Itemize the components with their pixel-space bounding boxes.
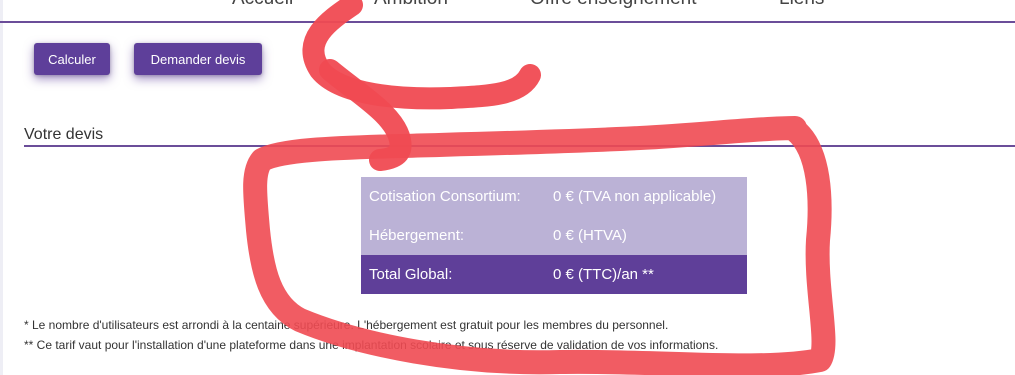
footnote-users: * Le nombre d'utilisateurs est arrondi à…	[24, 318, 669, 332]
footnote-pricing: ** Ce tarif vaut pour l'installation d'u…	[24, 338, 719, 352]
quote-value: 0 € (TTC)/an **	[545, 255, 747, 294]
nav-item-offre-enseignement[interactable]: Offre enseignement	[530, 0, 697, 10]
left-border	[0, 0, 3, 375]
quote-row-hebergement: Hébergement: 0 € (HTVA)	[361, 216, 747, 255]
nav-item-accueil[interactable]: Accueil	[232, 0, 293, 10]
request-quote-button[interactable]: Demander devis	[134, 43, 262, 75]
quote-label: Hébergement:	[361, 216, 545, 255]
quote-label: Cotisation Consortium:	[361, 177, 545, 216]
calculate-button[interactable]: Calculer	[34, 43, 110, 75]
quote-table: Cotisation Consortium: 0 € (TVA non appl…	[361, 177, 747, 294]
quote-label: Total Global:	[361, 255, 545, 294]
quote-row-cotisation: Cotisation Consortium: 0 € (TVA non appl…	[361, 177, 747, 216]
nav-item-ambition[interactable]: Ambition	[374, 0, 448, 10]
nav-item-liens[interactable]: Liens	[779, 0, 824, 10]
quote-value: 0 € (TVA non applicable)	[545, 177, 747, 216]
quote-row-total: Total Global: 0 € (TTC)/an **	[361, 255, 747, 294]
top-navigation: Accueil Ambition Offre enseignement Lien…	[0, 0, 1015, 23]
section-divider	[24, 145, 1015, 147]
section-title: Votre devis	[24, 126, 104, 143]
quote-value: 0 € (HTVA)	[545, 216, 747, 255]
nav-divider	[0, 21, 1015, 23]
